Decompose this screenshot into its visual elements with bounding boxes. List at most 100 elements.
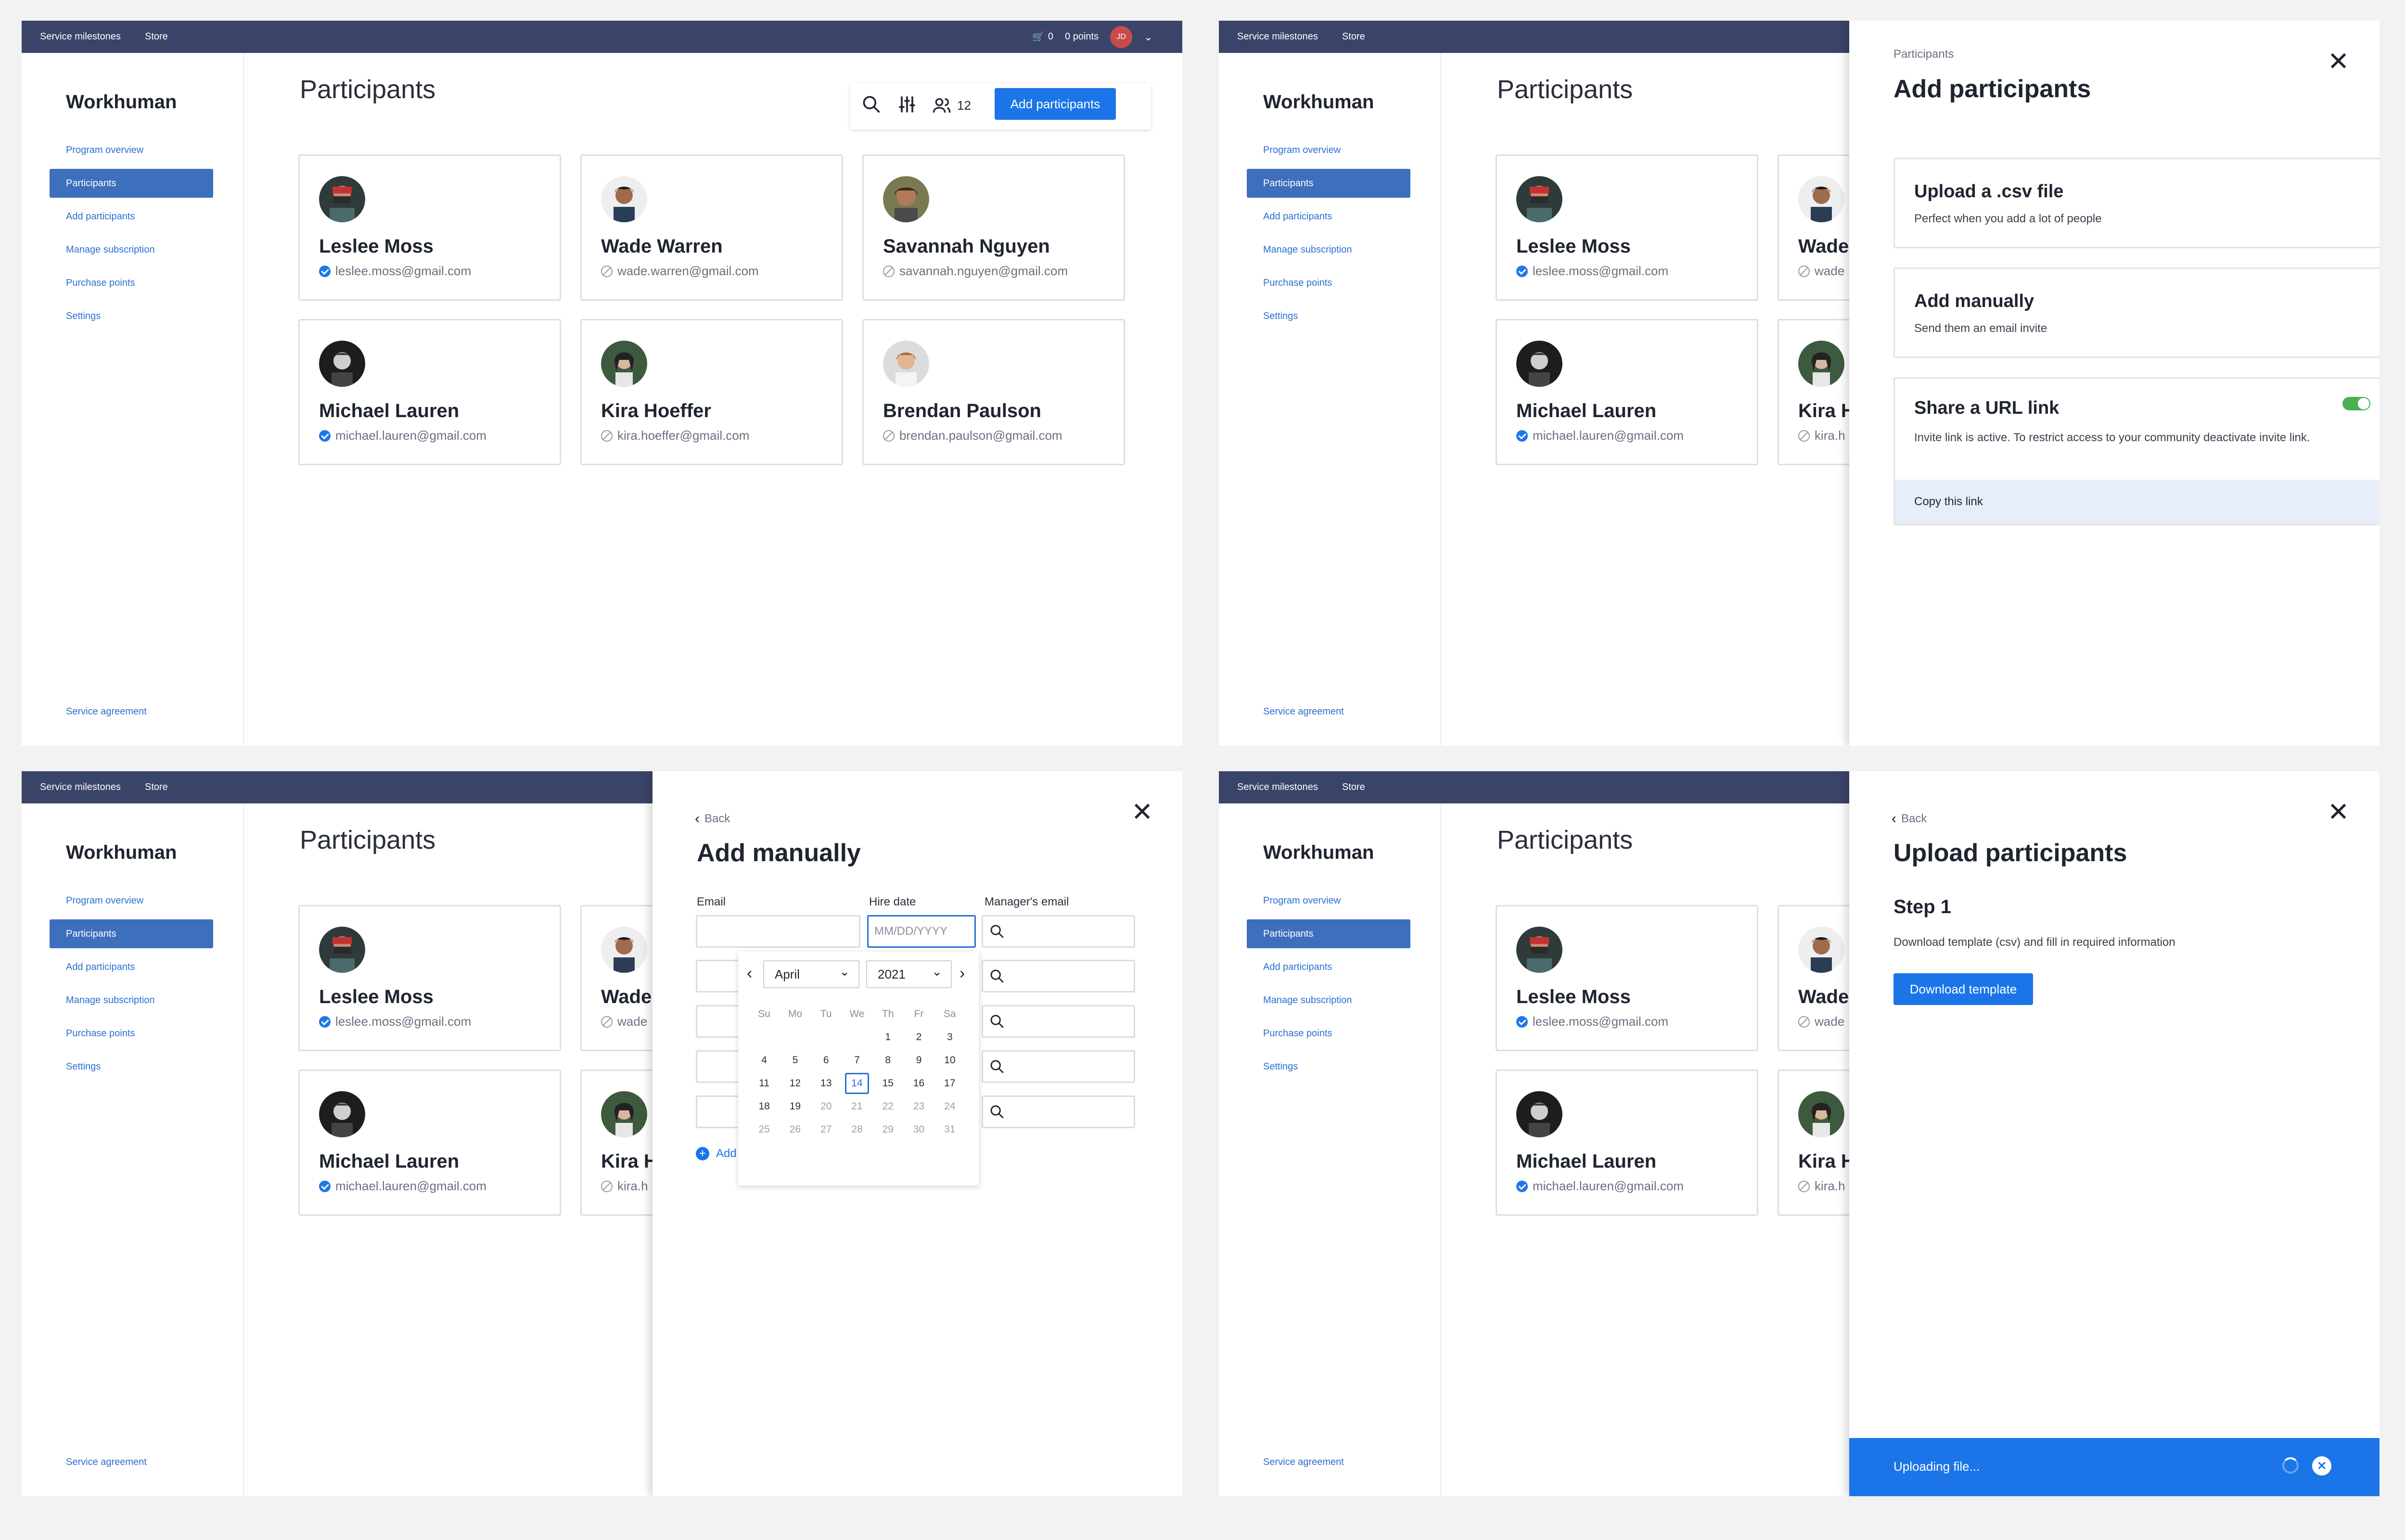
participant-card[interactable]: Michael Lauren michael.lauren@gmail.com (298, 319, 561, 465)
back-link[interactable]: ‹ Back (695, 811, 730, 827)
email-field[interactable] (696, 915, 860, 948)
calendar-day[interactable]: 30 (903, 1118, 934, 1141)
chevron-right-icon[interactable]: › (959, 964, 965, 983)
cancel-upload-icon[interactable]: ✕ (2312, 1456, 2331, 1476)
calendar-day[interactable]: 13 (811, 1072, 842, 1095)
calendar-day[interactable]: 29 (872, 1118, 903, 1141)
calendar-day[interactable]: 24 (934, 1095, 965, 1118)
close-icon[interactable]: ✕ (2328, 799, 2349, 825)
download-template-button[interactable]: Download template (1893, 973, 2033, 1005)
service-agreement-link[interactable]: Service agreement (1263, 706, 1344, 717)
calendar-day[interactable]: 18 (749, 1095, 780, 1118)
sidebar-item-add-participants[interactable]: Add participants (50, 202, 213, 231)
hire-date-field[interactable]: MM/DD/YYYY (867, 915, 976, 948)
calendar-day[interactable]: 6 (811, 1049, 842, 1072)
chevron-left-icon[interactable]: ‹ (747, 964, 752, 983)
calendar-day[interactable]: 16 (903, 1072, 934, 1095)
sidebar-item-program-overview[interactable]: Program overview (50, 886, 213, 915)
url-link-toggle[interactable] (2342, 397, 2370, 410)
calendar-day[interactable]: 9 (903, 1049, 934, 1072)
filter-icon[interactable] (896, 94, 918, 117)
close-icon[interactable]: ✕ (2328, 49, 2349, 75)
calendar-day[interactable]: 20 (811, 1095, 842, 1118)
sidebar-item-manage-subscription[interactable]: Manage subscription (1247, 235, 1410, 264)
calendar-day[interactable]: 27 (811, 1118, 842, 1141)
nav-store[interactable]: Store (1342, 21, 1365, 53)
calendar-day[interactable]: 23 (903, 1095, 934, 1118)
sidebar-item-participants[interactable]: Participants (50, 919, 213, 948)
sidebar-item-settings[interactable]: Settings (1247, 1052, 1410, 1081)
sidebar-item-purchase-points[interactable]: Purchase points (1247, 268, 1410, 297)
manager-email-field[interactable] (982, 1005, 1135, 1038)
year-select[interactable]: 2021 ⌄ (866, 960, 952, 988)
calendar-day[interactable]: 19 (780, 1095, 810, 1118)
sidebar-item-program-overview[interactable]: Program overview (1247, 886, 1410, 915)
calendar-day[interactable]: 3 (934, 1026, 965, 1049)
participant-card[interactable]: Leslee Moss leslee.moss@gmail.com (298, 905, 561, 1051)
nav-store[interactable]: Store (145, 21, 168, 53)
calendar-day[interactable]: 4 (749, 1049, 780, 1072)
calendar-day[interactable]: 26 (780, 1118, 810, 1141)
calendar-day[interactable]: 22 (872, 1095, 903, 1118)
close-icon[interactable]: ✕ (1131, 799, 1153, 825)
search-icon[interactable] (861, 94, 882, 117)
sidebar-item-manage-subscription[interactable]: Manage subscription (50, 235, 213, 264)
nav-store[interactable]: Store (1342, 771, 1365, 803)
calendar-day[interactable]: 21 (842, 1095, 872, 1118)
calendar-day[interactable]: 28 (842, 1118, 872, 1141)
nav-service-milestones[interactable]: Service milestones (40, 21, 121, 53)
calendar-day[interactable]: 11 (749, 1072, 780, 1095)
calendar-day[interactable]: 25 (749, 1118, 780, 1141)
sidebar-item-settings[interactable]: Settings (50, 302, 213, 331)
cart-indicator[interactable]: 🛒 0 (1032, 31, 1053, 43)
sidebar-item-purchase-points[interactable]: Purchase points (50, 1019, 213, 1048)
calendar-day[interactable]: 12 (780, 1072, 810, 1095)
sidebar-item-add-participants[interactable]: Add participants (1247, 953, 1410, 981)
participant-card[interactable]: Leslee Moss leslee.moss@gmail.com (1496, 905, 1758, 1051)
add-row-link[interactable]: + Add (696, 1147, 737, 1160)
add-manually-option[interactable]: Add manually Send them an email invite (1893, 267, 2379, 358)
manager-email-field[interactable] (982, 915, 1135, 948)
sidebar-item-settings[interactable]: Settings (50, 1052, 213, 1081)
sidebar-item-purchase-points[interactable]: Purchase points (50, 268, 213, 297)
participant-card[interactable]: Michael Lauren michael.lauren@gmail.com (298, 1069, 561, 1216)
calendar-day[interactable]: 5 (780, 1049, 810, 1072)
manager-email-field[interactable] (982, 960, 1135, 993)
participant-card[interactable]: Michael Lauren michael.lauren@gmail.com (1496, 319, 1758, 465)
participant-card[interactable]: Brendan Paulson brendan.paulson@gmail.co… (862, 319, 1125, 465)
manager-email-field[interactable] (982, 1050, 1135, 1083)
calendar-day[interactable]: 15 (872, 1072, 903, 1095)
participant-card[interactable]: Kira Hoeffer kira.hoeffer@gmail.com (580, 319, 843, 465)
manager-email-field[interactable] (982, 1095, 1135, 1128)
chevron-down-icon[interactable]: ⌄ (1144, 31, 1152, 43)
nav-service-milestones[interactable]: Service milestones (1237, 771, 1318, 803)
calendar-day[interactable]: 1 (872, 1026, 903, 1049)
service-agreement-link[interactable]: Service agreement (66, 1457, 147, 1468)
service-agreement-link[interactable]: Service agreement (1263, 1457, 1344, 1468)
calendar-day-selected[interactable]: 14 (842, 1072, 872, 1095)
month-select[interactable]: April ⌄ (763, 960, 859, 988)
nav-service-milestones[interactable]: Service milestones (1237, 21, 1318, 53)
sidebar-item-program-overview[interactable]: Program overview (50, 136, 213, 165)
sidebar-item-purchase-points[interactable]: Purchase points (1247, 1019, 1410, 1048)
sidebar-item-add-participants[interactable]: Add participants (1247, 202, 1410, 231)
participant-card[interactable]: Wade Warren wade.warren@gmail.com (580, 154, 843, 301)
participant-card[interactable]: Michael Lauren michael.lauren@gmail.com (1496, 1069, 1758, 1216)
back-link[interactable]: ‹ Back (1892, 811, 1927, 827)
participant-card[interactable]: Leslee Moss leslee.moss@gmail.com (1496, 154, 1758, 301)
sidebar-item-participants[interactable]: Participants (50, 169, 213, 198)
sidebar-item-program-overview[interactable]: Program overview (1247, 136, 1410, 165)
nav-store[interactable]: Store (145, 771, 168, 803)
participant-card[interactable]: Leslee Moss leslee.moss@gmail.com (298, 154, 561, 301)
calendar-day[interactable]: 2 (903, 1026, 934, 1049)
calendar-day[interactable]: 8 (872, 1049, 903, 1072)
user-avatar[interactable]: JD (1110, 25, 1133, 48)
copy-link-button[interactable]: Copy this link (1895, 480, 2379, 524)
sidebar-item-add-participants[interactable]: Add participants (50, 953, 213, 981)
panel-breadcrumb[interactable]: Participants (1893, 48, 1954, 61)
sidebar-item-manage-subscription[interactable]: Manage subscription (50, 986, 213, 1015)
service-agreement-link[interactable]: Service agreement (66, 706, 147, 717)
sidebar-item-manage-subscription[interactable]: Manage subscription (1247, 986, 1410, 1015)
calendar-day[interactable]: 17 (934, 1072, 965, 1095)
sidebar-item-settings[interactable]: Settings (1247, 302, 1410, 331)
